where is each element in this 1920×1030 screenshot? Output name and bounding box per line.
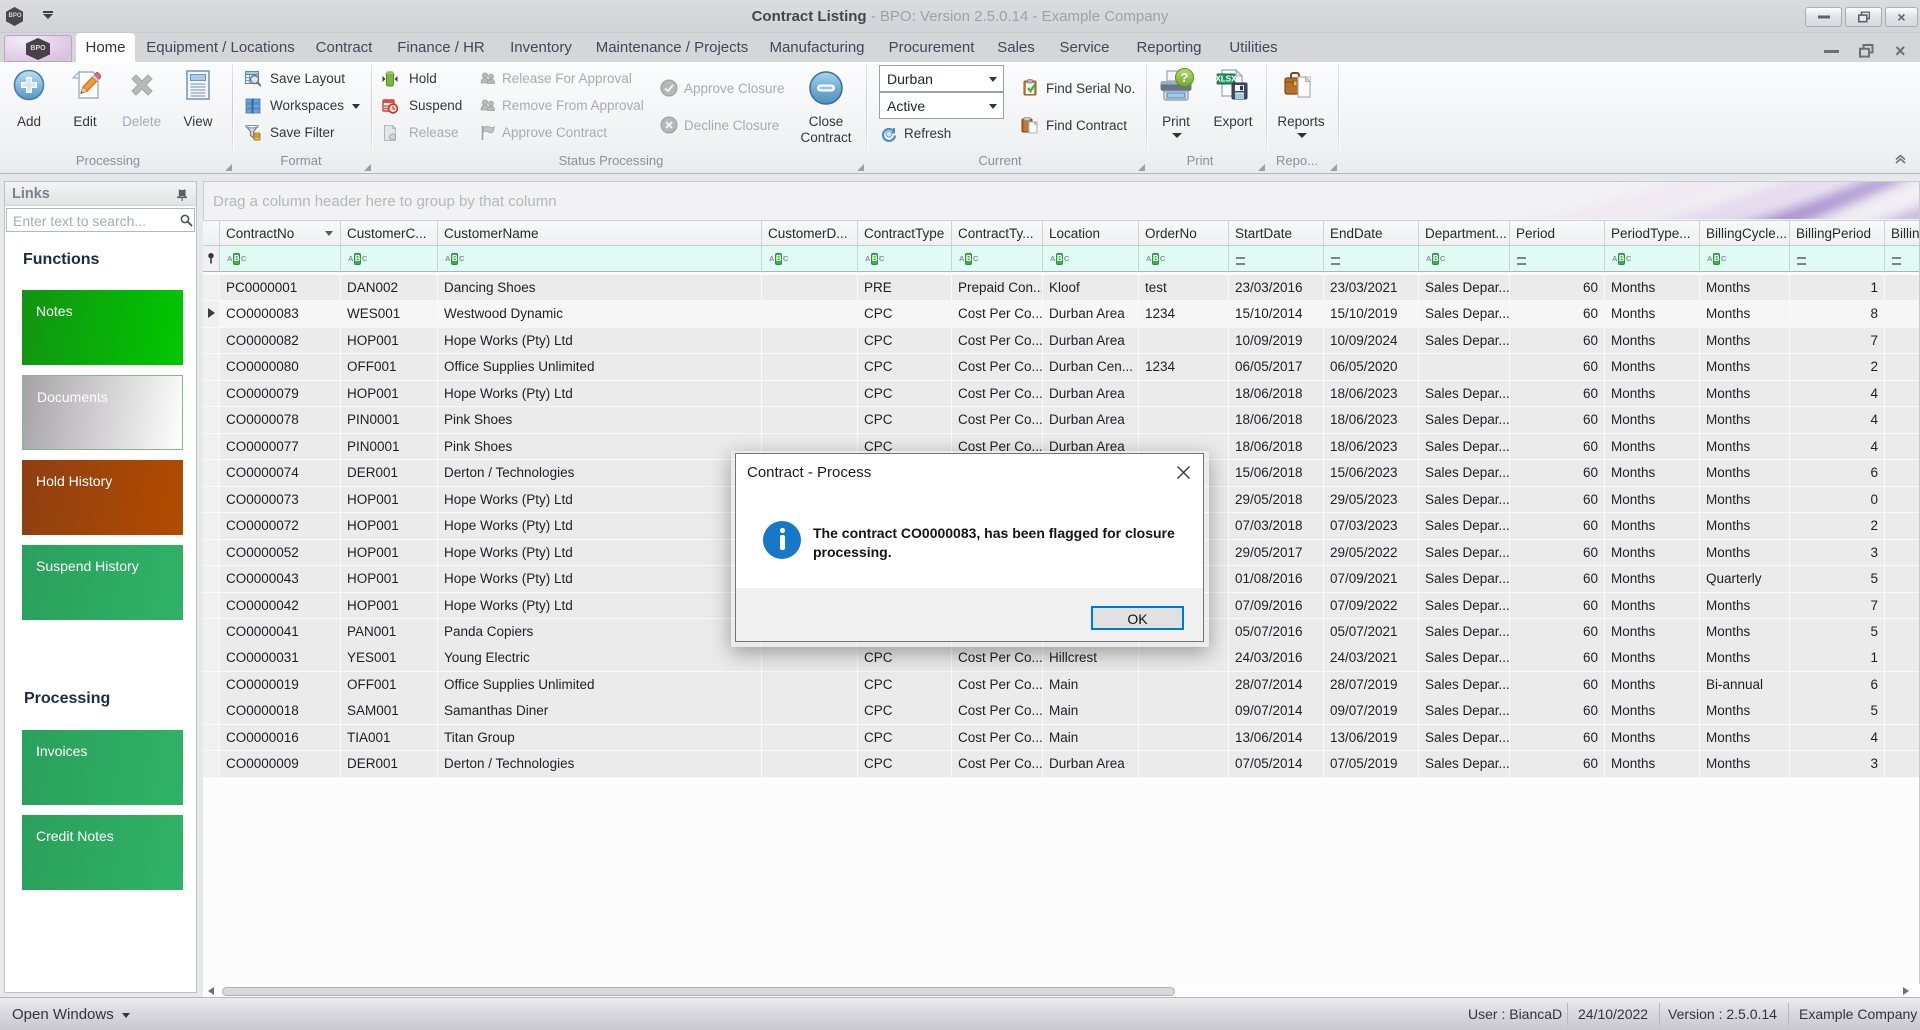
svg-text:?: ? bbox=[1181, 70, 1189, 85]
svg-text:XLSX: XLSX bbox=[1216, 75, 1237, 84]
